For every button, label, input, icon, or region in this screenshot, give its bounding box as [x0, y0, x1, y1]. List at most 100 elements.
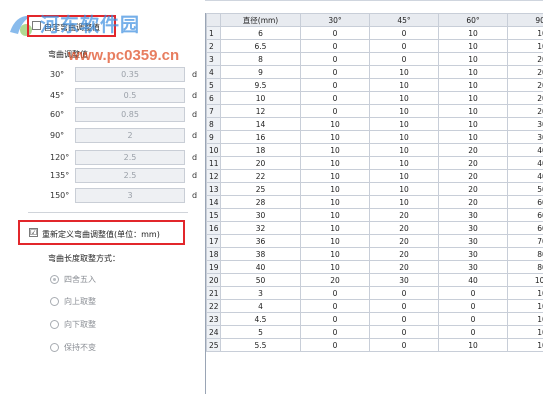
table-cell[interactable]: 20 — [369, 234, 439, 248]
table-cell[interactable]: 10 — [507, 26, 543, 40]
table-cell[interactable]: 10 — [369, 91, 439, 105]
table-row[interactable]: 255.5001010 — [206, 338, 543, 352]
radio-icon[interactable] — [50, 297, 59, 306]
row-number[interactable]: 10 — [206, 143, 221, 157]
table-cell[interactable]: 10 — [438, 52, 508, 66]
table-cell[interactable]: 10 — [369, 117, 439, 131]
table-row[interactable]: 122210102040 — [206, 169, 543, 183]
table-row[interactable]: 81410101030 — [206, 117, 543, 131]
table-cell[interactable]: 10 — [507, 39, 543, 53]
table-cell[interactable]: 10 — [369, 156, 439, 170]
radio-selected-icon[interactable] — [50, 275, 59, 284]
row-number[interactable]: 22 — [206, 299, 221, 313]
table-cell[interactable]: 0 — [369, 39, 439, 53]
table-cell[interactable]: 0 — [369, 286, 439, 300]
table-cell[interactable]: 20 — [369, 208, 439, 222]
table-cell[interactable]: 10 — [300, 182, 370, 196]
table-cell[interactable]: 50 — [507, 182, 543, 196]
table-cell[interactable]: 10 — [300, 156, 370, 170]
row-number[interactable]: 17 — [206, 234, 221, 248]
table-cell[interactable]: 30 — [438, 260, 508, 274]
table-cell[interactable]: 0 — [438, 312, 508, 326]
table-cell[interactable]: 60 — [507, 195, 543, 209]
table-row[interactable]: 6100101020 — [206, 91, 543, 105]
table-cell[interactable]: 100 — [507, 273, 543, 287]
table-cell[interactable]: 10 — [300, 169, 370, 183]
table-cell[interactable]: 12 — [220, 104, 301, 118]
table-cell[interactable]: 6.5 — [220, 39, 301, 53]
row-number[interactable]: 12 — [206, 169, 221, 183]
table-cell[interactable]: 10 — [438, 338, 508, 352]
row-number[interactable]: 7 — [206, 104, 221, 118]
row-number[interactable]: 4 — [206, 65, 221, 79]
table-cell[interactable]: 30 — [438, 208, 508, 222]
table-cell[interactable]: 60 — [507, 221, 543, 235]
table-cell[interactable]: 10 — [300, 117, 370, 131]
table-cell[interactable]: 0 — [300, 78, 370, 92]
row-number[interactable]: 19 — [206, 260, 221, 274]
table-cell[interactable]: 0 — [438, 286, 508, 300]
table-cell[interactable]: 0 — [300, 52, 370, 66]
table-cell[interactable]: 10 — [369, 65, 439, 79]
table-cell[interactable]: 10 — [438, 78, 508, 92]
table-cell[interactable]: 10 — [507, 312, 543, 326]
table-cell[interactable]: 10 — [369, 130, 439, 144]
table-cell[interactable]: 40 — [507, 156, 543, 170]
table-cell[interactable]: 10 — [220, 91, 301, 105]
table-cell[interactable]: 0 — [300, 39, 370, 53]
table-cell[interactable]: 40 — [507, 143, 543, 157]
table-cell[interactable]: 22 — [220, 169, 301, 183]
table-cell[interactable]: 25 — [220, 182, 301, 196]
table-cell[interactable]: 10 — [300, 195, 370, 209]
table-cell[interactable]: 60 — [507, 208, 543, 222]
row-number[interactable]: 21 — [206, 286, 221, 300]
table-cell[interactable]: 30 — [507, 130, 543, 144]
column-header[interactable]: 直径(mm) — [220, 13, 301, 27]
radio-icon[interactable] — [50, 343, 59, 352]
table-row[interactable]: 38001020 — [206, 52, 543, 66]
row-number[interactable]: 5 — [206, 78, 221, 92]
table-cell[interactable]: 4 — [220, 299, 301, 313]
table-cell[interactable]: 10 — [438, 117, 508, 131]
row-number[interactable]: 24 — [206, 325, 221, 339]
table-cell[interactable]: 0 — [300, 286, 370, 300]
table-cell[interactable]: 18 — [220, 143, 301, 157]
table-cell[interactable]: 20 — [507, 91, 543, 105]
row-number[interactable]: 15 — [206, 208, 221, 222]
table-cell[interactable]: 30 — [438, 247, 508, 261]
table-row[interactable]: 234.500010 — [206, 312, 543, 326]
column-header[interactable]: 60° — [438, 13, 508, 27]
table-cell[interactable]: 0 — [369, 338, 439, 352]
table-cell[interactable]: 10 — [438, 26, 508, 40]
table-row[interactable]: 153010203060 — [206, 208, 543, 222]
redefine-checkbox[interactable]: ☑ — [29, 228, 38, 237]
table-cell[interactable]: 0 — [369, 325, 439, 339]
row-number[interactable]: 16 — [206, 221, 221, 235]
row-number[interactable]: 18 — [206, 247, 221, 261]
table-cell[interactable]: 20 — [369, 247, 439, 261]
row-number[interactable]: 20 — [206, 273, 221, 287]
table-cell[interactable]: 30 — [438, 221, 508, 235]
table-row[interactable]: 132510102050 — [206, 182, 543, 196]
angle-135-input[interactable]: 2.5 — [75, 168, 185, 183]
table-row[interactable]: 26.5001010 — [206, 39, 543, 53]
table-cell[interactable]: 32 — [220, 221, 301, 235]
table-cell[interactable]: 10 — [300, 221, 370, 235]
table-row[interactable]: 183810203080 — [206, 247, 543, 261]
table-cell[interactable]: 10 — [300, 208, 370, 222]
table-cell[interactable]: 10 — [507, 299, 543, 313]
table-cell[interactable]: 20 — [300, 273, 370, 287]
table-cell[interactable]: 40 — [507, 169, 543, 183]
table-cell[interactable]: 10 — [438, 104, 508, 118]
table-cell[interactable]: 20 — [438, 169, 508, 183]
table-row[interactable]: 194010203080 — [206, 260, 543, 274]
column-header[interactable]: 45° — [369, 13, 439, 27]
radio-icon[interactable] — [50, 320, 59, 329]
table-cell[interactable]: 9 — [220, 65, 301, 79]
table-cell[interactable]: 0 — [300, 65, 370, 79]
table-cell[interactable]: 9.5 — [220, 78, 301, 92]
table-cell[interactable]: 0 — [300, 26, 370, 40]
table-cell[interactable]: 10 — [507, 325, 543, 339]
table-cell[interactable]: 14 — [220, 117, 301, 131]
table-cell[interactable]: 20 — [507, 78, 543, 92]
